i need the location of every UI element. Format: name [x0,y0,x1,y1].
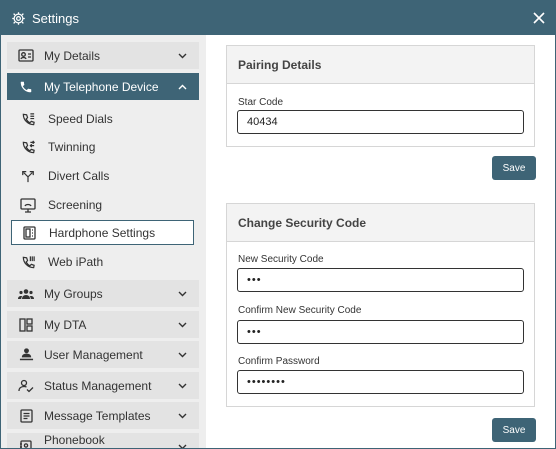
user-management-icon [18,347,34,363]
twinning-icon [20,139,36,155]
security-save-button[interactable]: Save [492,418,536,442]
close-icon[interactable] [531,10,547,26]
sub-item-divert-calls[interactable]: Divert Calls [11,163,194,189]
chevron-up-icon [177,82,187,92]
chevron-down-icon [177,411,187,421]
nav-label: Status Management [44,378,152,393]
speed-dial-icon [20,111,36,127]
screening-icon [20,197,36,213]
nav-user-management[interactable]: User Management [7,341,199,368]
pairing-details-panel: Pairing Details Star Code 40434 [226,45,535,147]
nav-label: My Telephone Device [44,79,159,94]
star-code-label: Star Code [238,97,284,108]
divert-icon [20,168,36,184]
confirm-security-code-input[interactable]: ••• [237,320,524,344]
sub-item-label: Speed Dials [48,112,113,126]
nav-label: User Management [44,347,143,362]
phonebook-icon [18,439,34,448]
nav-message-templates[interactable]: Message Templates [7,402,199,429]
sub-item-web-ipath[interactable]: Web iPath [11,249,194,275]
phone-icon [18,79,34,95]
chevron-down-icon [177,289,187,299]
sub-item-twinning[interactable]: Twinning [11,134,194,160]
chevron-down-icon [177,51,187,61]
message-templates-icon [18,408,34,424]
chevron-down-icon [177,350,187,360]
chevron-down-icon [177,320,187,330]
nav-label: My Groups [44,286,103,301]
nav-label: My Details [44,48,101,63]
sub-item-label: Web iPath [48,255,104,269]
groups-icon [18,286,34,302]
change-security-code-heading: Change Security Code [227,204,534,242]
nav-my-telephone-device[interactable]: My Telephone Device [7,73,199,100]
nav-phonebook-management[interactable]: Phonebook Management [7,432,199,449]
sub-item-screening[interactable]: Screening [11,192,194,218]
sub-item-label: Divert Calls [48,169,110,183]
nav-my-groups[interactable]: My Groups [7,280,199,307]
sub-item-label: Twinning [48,140,96,154]
nav-label: Message Templates [44,408,151,423]
confirm-security-code-label: Confirm New Security Code [238,305,362,316]
sub-item-label: Hardphone Settings [49,225,156,240]
settings-window: Settings My Details My Telephone Device [0,0,556,449]
change-security-code-panel: Change Security Code New Security Code •… [226,203,535,407]
id-card-icon [18,48,34,64]
sidebar: My Details My Telephone Device Speed Dia… [1,35,206,449]
sub-item-hardphone-settings[interactable]: Hardphone Settings [11,220,194,245]
title-bar: Settings [1,1,555,35]
status-management-icon [18,378,34,394]
hardphone-icon [21,225,37,241]
nav-my-dta[interactable]: My DTA [7,311,199,338]
chevron-down-icon [177,442,187,448]
sub-item-label: Screening [48,198,103,212]
confirm-password-label: Confirm Password [238,356,320,367]
nav-status-management[interactable]: Status Management [7,372,199,399]
chevron-down-icon [177,381,187,391]
pairing-save-button[interactable]: Save [492,156,536,180]
nav-label: My DTA [44,317,87,332]
star-code-input[interactable]: 40434 [237,110,524,134]
nav-my-details[interactable]: My Details [7,42,199,69]
gear-icon [10,10,26,26]
new-security-code-input[interactable]: ••• [237,268,524,292]
confirm-password-input[interactable]: •••••••• [237,370,524,394]
web-ipath-icon [20,254,36,270]
new-security-code-label: New Security Code [238,254,324,265]
nav-label: Phonebook Management [44,432,114,449]
window-title: Settings [32,10,79,26]
pairing-details-heading: Pairing Details [227,46,534,84]
dta-icon [18,317,34,333]
settings-content: Pairing Details Star Code 40434 Save Cha… [206,35,555,448]
sub-item-speed-dials[interactable]: Speed Dials [11,106,194,132]
